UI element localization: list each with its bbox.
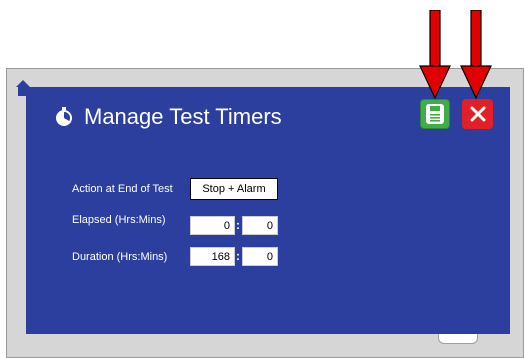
save-button[interactable]: [420, 99, 450, 129]
duration-label: Duration (Hrs:Mins): [72, 251, 168, 263]
elapsed-separator: :: [236, 218, 240, 232]
save-icon: [426, 104, 444, 124]
action-at-end-button[interactable]: Stop + Alarm: [190, 178, 278, 200]
manage-test-timers-dialog: Manage Test Timers Action at End of Test…: [26, 87, 510, 334]
arrow-down-icon: [460, 10, 492, 100]
elapsed-mins-field[interactable]: 0: [242, 216, 278, 235]
arrow-down-icon: [419, 10, 451, 100]
close-icon: [470, 106, 485, 122]
elapsed-hours-field[interactable]: 0: [190, 216, 235, 235]
close-button[interactable]: [462, 99, 493, 129]
duration-hours-field[interactable]: 168: [190, 247, 235, 266]
elapsed-label: Elapsed (Hrs:Mins): [72, 214, 166, 226]
dialog-title: Manage Test Timers: [54, 104, 282, 130]
dialog-title-text: Manage Test Timers: [84, 104, 282, 129]
duration-mins-field[interactable]: 0: [242, 247, 278, 266]
duration-separator: :: [236, 249, 240, 263]
stopwatch-icon: [56, 107, 72, 126]
action-label: Action at End of Test: [72, 183, 173, 195]
